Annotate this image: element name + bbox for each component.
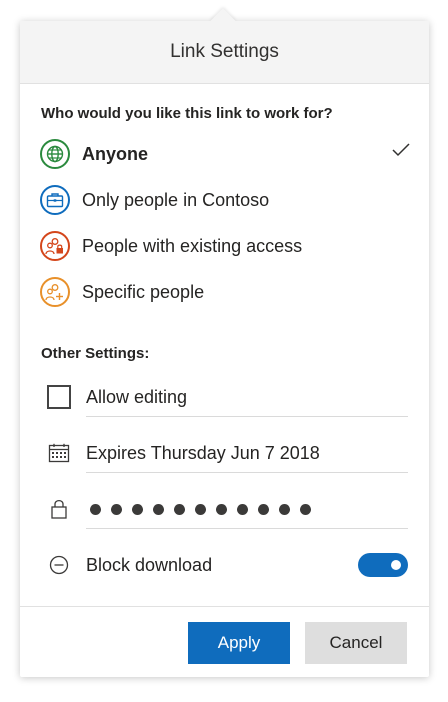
who-section-title: Who would you like this link to work for… (41, 105, 333, 122)
calendar-icon (40, 443, 78, 463)
password-dot (132, 503, 143, 515)
password-dot (258, 503, 269, 515)
password-field[interactable] (90, 503, 311, 515)
option-contoso-label: Only people in Contoso (82, 189, 270, 210)
option-anyone-label: Anyone (82, 143, 149, 164)
minus-circle-icon (40, 555, 78, 575)
dialog-header: Link Settings (20, 21, 429, 84)
toggle-knob (391, 560, 401, 570)
password-dot (111, 503, 122, 515)
people-add-icon (40, 277, 70, 307)
lock-icon (40, 498, 78, 520)
password-dot (90, 503, 101, 515)
checkmark-icon (392, 143, 410, 162)
divider (86, 528, 408, 529)
block-download-label: Block download (86, 554, 213, 575)
expires-label: Expires Thursday Jun 7 2018 (86, 442, 320, 463)
other-settings-title: Other Settings: (41, 345, 150, 362)
dialog-title: Link Settings (170, 41, 279, 62)
password-dot (174, 503, 185, 515)
password-dot (216, 503, 227, 515)
password-dot (279, 503, 290, 515)
password-dot (237, 503, 248, 515)
link-settings-dialog: Link Settings Who would you like this li… (20, 21, 429, 677)
briefcase-icon (40, 185, 70, 215)
password-dot (153, 503, 164, 515)
option-anyone[interactable]: Anyone (40, 137, 410, 171)
divider (86, 416, 408, 417)
divider (86, 472, 408, 473)
allow-editing-checkbox-wrap (40, 385, 78, 409)
option-people-with-existing-access[interactable]: People with existing access (40, 229, 410, 263)
password-dot (195, 503, 206, 515)
password-dot (300, 503, 311, 515)
option-specific-people-label: Specific people (82, 281, 205, 302)
option-specific-people[interactable]: Specific people (40, 275, 410, 309)
block-download-toggle[interactable] (358, 553, 408, 577)
footer-divider (20, 606, 429, 607)
block-download-row: Block download (40, 538, 408, 592)
option-only-people-in-contoso[interactable]: Only people in Contoso (40, 183, 410, 217)
allow-editing-label: Allow editing (86, 386, 188, 407)
people-lock-icon (40, 231, 70, 261)
apply-button[interactable]: Apply (188, 622, 290, 664)
allow-editing-checkbox[interactable] (47, 385, 71, 409)
globe-icon (40, 139, 70, 169)
option-existing-access-label: People with existing access (82, 235, 303, 256)
cancel-button[interactable]: Cancel (305, 622, 407, 664)
